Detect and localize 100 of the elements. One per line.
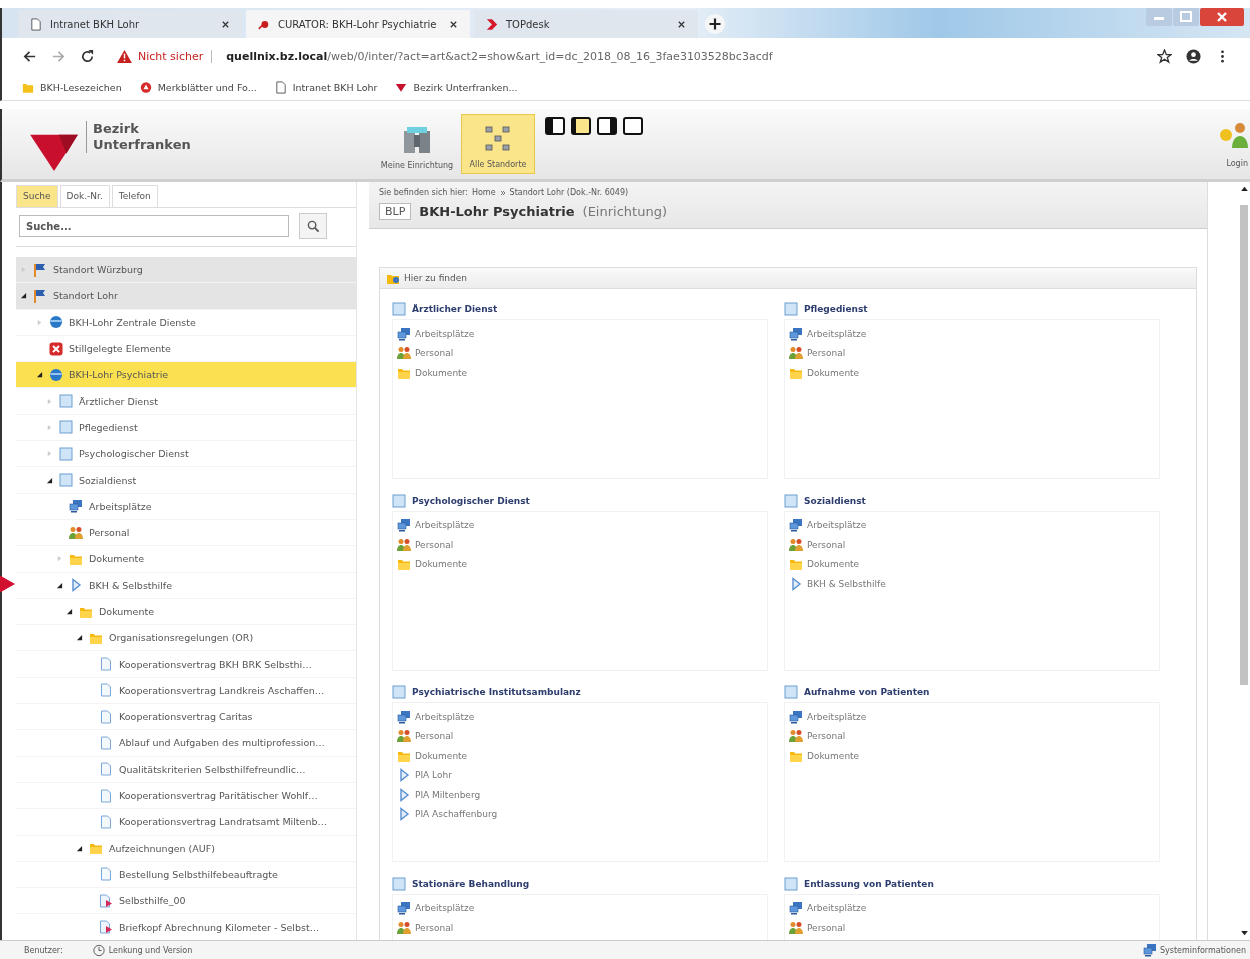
card-link[interactable]: Dokumente (807, 750, 860, 761)
tree-item[interactable]: Kooperationsvertrag Paritätischer Wohlf… (16, 782, 356, 810)
card-title[interactable]: Aufnahme von Patienten (804, 687, 930, 697)
collapse-toggle[interactable] (76, 844, 83, 852)
card-link[interactable]: Personal (415, 731, 454, 742)
tree-item[interactable]: BKH & Selbsthilfe (16, 572, 356, 599)
tree-item[interactable]: Organisationsregelungen (OR) (16, 625, 356, 652)
system-info-link[interactable]: Systeminformationen (1143, 943, 1246, 957)
login-button[interactable]: Login (1218, 120, 1248, 168)
card-link[interactable]: Personal (807, 731, 846, 742)
card-link[interactable]: Dokumente (807, 367, 860, 378)
card-title[interactable]: Sozialdienst (804, 495, 866, 506)
card-link[interactable]: Arbeitsplätze (807, 520, 867, 531)
card-link[interactable]: Dokumente (415, 750, 468, 761)
address-field[interactable]: quellnix.bz.local/web/0/inter/?act=art&act2=show&art_id=dc_2018_08_16_3fae3103528bc3acdf (226, 49, 773, 63)
layout-icon[interactable] (597, 117, 617, 135)
expand-toggle[interactable] (36, 318, 43, 326)
card-link[interactable]: Dokumente (415, 559, 468, 570)
new-tab-icon[interactable] (704, 13, 726, 35)
card-link[interactable]: Personal (807, 922, 846, 933)
card-link[interactable]: Arbeitsplätze (807, 328, 867, 339)
version-link[interactable]: Lenkung und Version (92, 943, 193, 957)
tree-item[interactable]: Ablauf und Aufgaben des multiprofession… (16, 730, 356, 757)
card-title[interactable]: Psychiatrische Institutsambulanz (412, 687, 581, 697)
close-icon[interactable] (449, 19, 458, 29)
tree-item[interactable]: Aufzeichnungen (AUF) (16, 835, 356, 862)
card-link[interactable]: Arbeitsplätze (415, 711, 475, 722)
expand-toggle[interactable] (56, 555, 63, 563)
tree-item[interactable]: Kooperationsvertrag Landratsamt Miltenb… (16, 809, 356, 836)
scrollbar-thumb[interactable] (1240, 205, 1248, 685)
card-title[interactable]: Pflegedienst (804, 304, 868, 314)
tree-item[interactable]: Kooperationsvertrag Landkreis Aschaffen… (16, 677, 356, 705)
expand-toggle[interactable] (46, 397, 53, 405)
collapse-toggle[interactable] (36, 371, 43, 379)
card-link[interactable]: Personal (807, 539, 846, 550)
sidebar-tab[interactable]: Suche (16, 185, 58, 207)
layout-icon[interactable] (571, 117, 591, 135)
bookmark[interactable]: Merkblätter und Fo... (139, 80, 257, 94)
tree-item[interactable]: BKH-Lohr Psychiatrie (16, 362, 356, 389)
card-link[interactable]: PIA Lohr (415, 770, 452, 781)
card-link[interactable]: Personal (415, 922, 454, 933)
card-title[interactable]: Psychologischer Dienst (412, 495, 530, 506)
close-icon[interactable] (221, 19, 230, 29)
sidebar-tab[interactable]: Telefon (111, 185, 158, 207)
card-link[interactable]: Dokumente (415, 367, 468, 378)
tree-item[interactable]: Psychologischer Dienst (16, 441, 356, 468)
breadcrumb-link[interactable]: Standort Lohr (Dok.-Nr. 6049) (509, 188, 629, 197)
collapse-toggle[interactable] (56, 581, 63, 589)
collapse-toggle[interactable] (20, 292, 27, 300)
tree-item[interactable]: Standort Würzburg (16, 257, 356, 284)
expand-toggle[interactable] (46, 450, 53, 458)
card-link[interactable]: Arbeitsplätze (807, 903, 867, 914)
collapse-toggle[interactable] (76, 634, 83, 642)
card-link[interactable]: Personal (415, 539, 454, 550)
reload-icon[interactable] (80, 48, 95, 64)
browser-tab[interactable]: Intranet BKH Lohr (18, 10, 242, 38)
card-link[interactable]: Arbeitsplätze (807, 711, 867, 722)
tree-item[interactable]: Dokumente (16, 546, 356, 573)
account-icon[interactable] (1186, 48, 1201, 64)
bookmark[interactable]: BKH-Lesezeichen (22, 80, 122, 94)
card-title[interactable]: Stationäre Behandlung (412, 878, 530, 889)
card-link[interactable]: Personal (807, 348, 846, 359)
tree-item[interactable]: Dokumente (16, 598, 356, 626)
card-link[interactable]: PIA Aschaffenburg (415, 809, 498, 820)
star-icon[interactable] (1157, 48, 1172, 64)
tree-item[interactable]: Pflegedienst (16, 414, 356, 442)
card-link[interactable]: Arbeitsplätze (415, 903, 475, 914)
card-link[interactable]: Arbeitsplätze (415, 328, 475, 339)
tree-item[interactable]: Ärztlicher Dienst (16, 388, 356, 415)
layout-icon[interactable] (623, 117, 643, 135)
tree-item[interactable]: Arbeitsplätze (16, 493, 356, 520)
view-button[interactable]: Alle Standorte (461, 114, 535, 174)
view-button[interactable]: Meine Einrichtung (373, 114, 461, 174)
sidebar-tab[interactable]: Dok.-Nr. (59, 185, 110, 207)
breadcrumb-link[interactable]: Home (471, 188, 496, 197)
close-icon[interactable] (677, 19, 686, 29)
search-button[interactable] (299, 213, 327, 239)
tree-item[interactable]: Kooperationsvertrag BKH BRK Selbsthi… (16, 651, 356, 678)
card-title[interactable]: Entlassung von Patienten (804, 878, 934, 889)
card-link[interactable]: Arbeitsplätze (415, 520, 475, 531)
layout-icon[interactable] (545, 117, 565, 135)
collapse-toggle[interactable] (46, 476, 53, 484)
card-link[interactable]: Personal (415, 348, 454, 359)
search-field[interactable]: Suche... (19, 215, 289, 237)
card-link[interactable]: Dokumente (807, 559, 860, 570)
browser-tab[interactable]: CURATOR: BKH-Lohr Psychiatrie (246, 10, 470, 38)
tree-item[interactable]: BKH-Lohr Zentrale Dienste (16, 309, 356, 336)
expand-toggle[interactable] (46, 423, 53, 431)
tree-item[interactable]: Kooperationsvertrag Caritas (16, 704, 356, 731)
card-link[interactable]: BKH & Selbsthilfe (807, 578, 886, 589)
tree-item[interactable]: Standort Lohr (16, 283, 356, 310)
bookmark[interactable]: Intranet BKH Lohr (274, 80, 378, 94)
tree-item[interactable]: Personal (16, 519, 356, 547)
tree-item[interactable]: Qualitätskriterien Selbsthilfefreundlic… (16, 756, 356, 783)
scroll-up-icon[interactable] (1241, 186, 1248, 191)
browser-tab[interactable]: TOPdesk (474, 10, 698, 38)
security-label[interactable]: Nicht sicher (138, 49, 213, 63)
tree-item[interactable]: Selbsthilfe_00 (16, 888, 356, 915)
tree-item[interactable]: Sozialdienst (16, 467, 356, 494)
card-link[interactable]: PIA Miltenberg (415, 789, 481, 800)
